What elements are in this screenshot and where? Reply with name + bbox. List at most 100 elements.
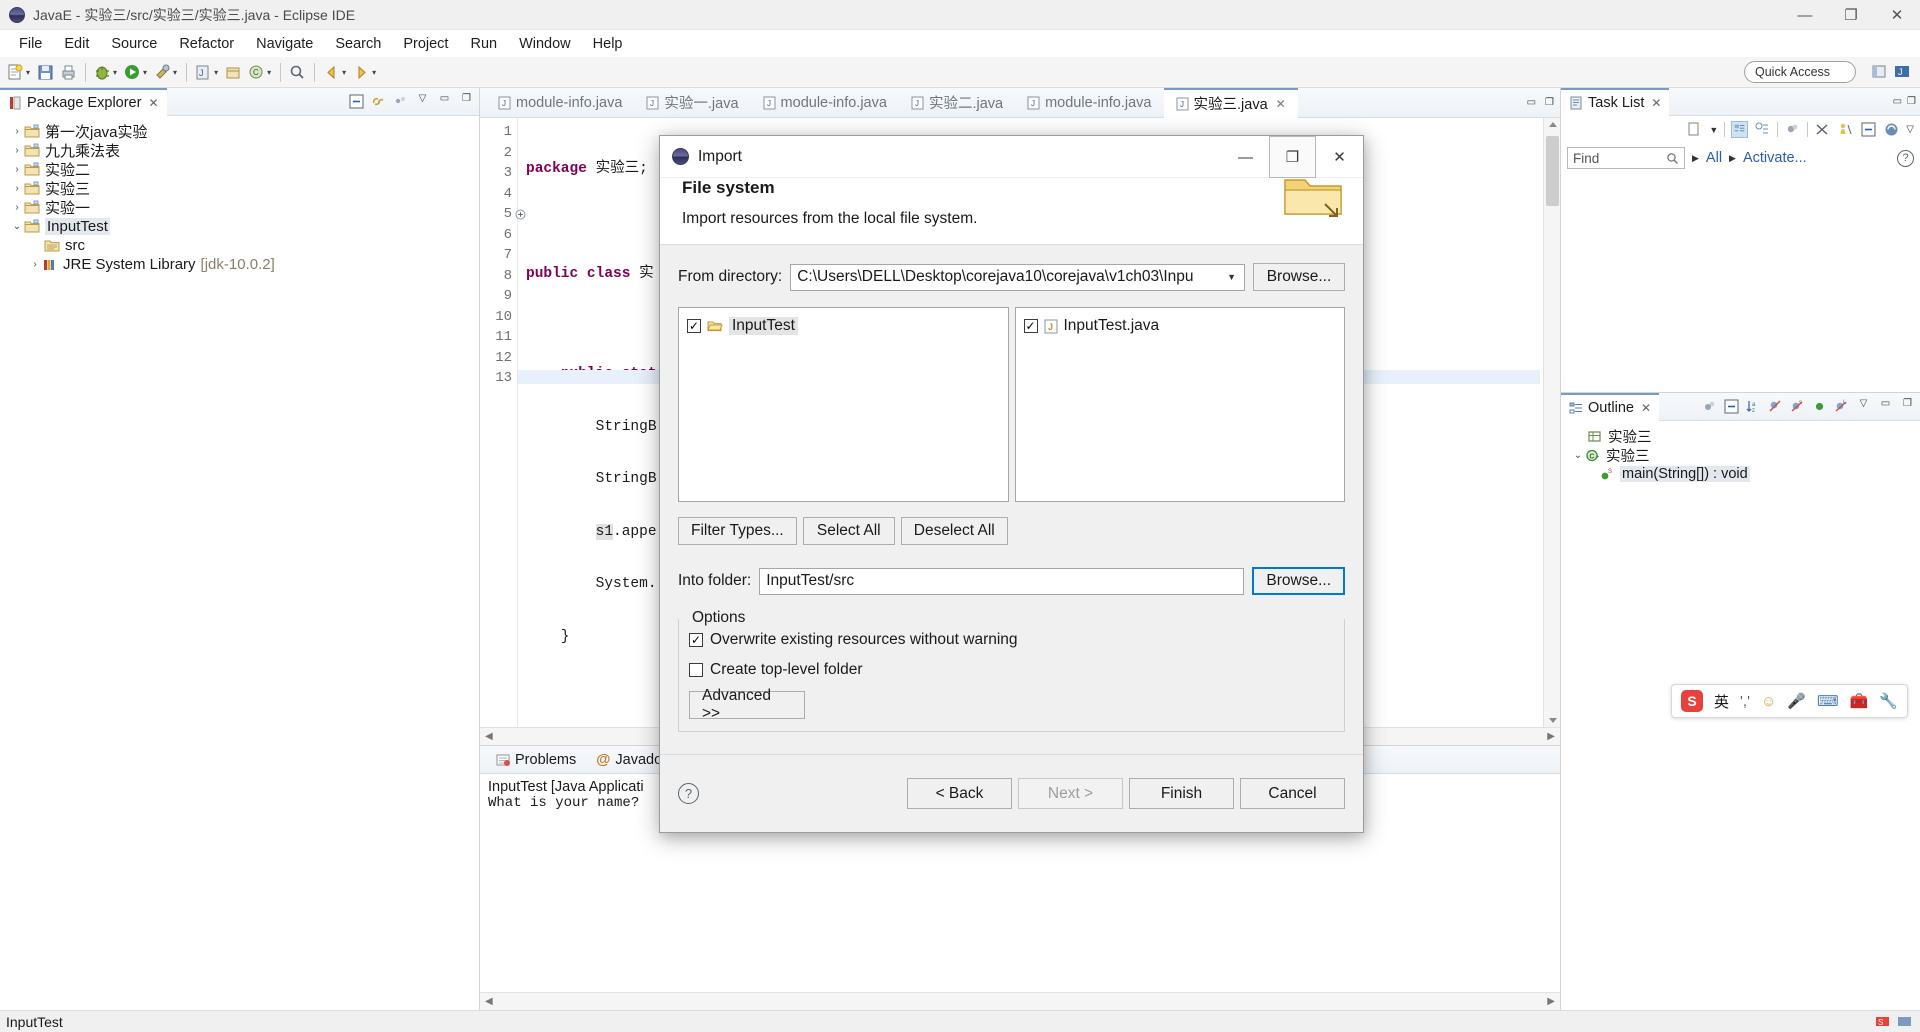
file-checkbox[interactable]: ✓ <box>1023 319 1038 333</box>
tree-item-4[interactable]: › 实验一 <box>0 198 479 217</box>
view-menu-icon[interactable]: ▽ <box>1855 398 1872 415</box>
expand-arrow-icon[interactable]: › <box>10 183 24 194</box>
scroll-left-arrow-icon[interactable]: ◀ <box>485 731 493 742</box>
synchronize-icon[interactable] <box>1883 121 1900 138</box>
new-package-button[interactable] <box>222 60 245 84</box>
run-button[interactable]: ▾ <box>121 60 151 84</box>
scroll-left-arrow-icon[interactable]: ◀ <box>485 996 493 1007</box>
tree-item-src[interactable]: src <box>0 236 479 255</box>
maximize-view-icon[interactable]: ❐ <box>1907 96 1916 107</box>
outline-item-class[interactable]: ⌄ C 实验三 <box>1561 446 1920 465</box>
close-icon[interactable]: ✕ <box>1276 97 1286 111</box>
console-horizontal-scrollbar[interactable]: ◀ ▶ <box>480 992 1560 1010</box>
collapse-all-icon[interactable] <box>1860 121 1877 138</box>
folder-tree-row[interactable]: ✓ InputTest <box>687 316 1008 336</box>
overwrite-checkbox[interactable]: ✓ <box>689 633 703 647</box>
view-menu-icon[interactable]: ▽ <box>1906 124 1914 135</box>
chevron-down-icon[interactable]: ▼ <box>1709 125 1718 135</box>
scroll-up-arrow-icon[interactable] <box>1549 122 1557 127</box>
new-java-project-button[interactable]: J ▾ <box>192 60 222 84</box>
clear-filters-icon[interactable] <box>1814 121 1831 138</box>
debug-button[interactable]: ▾ <box>91 60 121 84</box>
minimize-view-icon[interactable]: ▭ <box>1893 96 1902 107</box>
chevron-down-icon[interactable]: ▾ <box>113 68 117 77</box>
advanced-button[interactable]: Advanced >> <box>689 687 805 722</box>
finish-button[interactable]: Finish <box>1129 778 1234 809</box>
tree-item-jre-library[interactable]: › JRE System Library [jdk-10.0.2] <box>0 255 479 274</box>
expand-arrow-icon[interactable]: ▶ <box>1692 153 1699 164</box>
minimize-view-icon[interactable]: ▭ <box>1877 398 1894 415</box>
expand-arrow-icon[interactable]: › <box>10 164 24 175</box>
categorized-mode-icon[interactable] <box>1731 121 1749 138</box>
menu-project[interactable]: Project <box>392 33 459 55</box>
tab-package-explorer[interactable]: Package Explorer ✕ <box>0 87 167 116</box>
tab-problems[interactable]: Problems <box>486 746 586 774</box>
scroll-right-arrow-icon[interactable]: ▶ <box>1547 731 1555 742</box>
new-class-button[interactable]: C ▾ <box>245 60 275 84</box>
sort-icon[interactable]: az <box>1745 398 1762 415</box>
focus-icon[interactable] <box>1701 398 1718 415</box>
ime-toolbox-icon[interactable]: 🧰 <box>1850 692 1869 710</box>
search-icon[interactable] <box>1666 152 1679 165</box>
menu-navigate[interactable]: Navigate <box>245 33 324 55</box>
chevron-down-icon[interactable]: ▾ <box>372 68 376 77</box>
task-activate-link[interactable]: Activate... <box>1743 150 1807 166</box>
collapse-all-icon[interactable] <box>1723 398 1740 415</box>
cancel-button[interactable]: Cancel <box>1240 778 1345 809</box>
tree-item-inputtest[interactable]: ⌄ InputTest <box>0 217 479 236</box>
focus-on-workweek-icon[interactable] <box>1784 121 1801 138</box>
dialog-minimize-button[interactable]: — <box>1222 136 1269 178</box>
window-close-button[interactable]: ✕ <box>1874 0 1920 30</box>
task-find-input[interactable]: Find <box>1567 147 1685 169</box>
folder-tree-pane[interactable]: ✓ InputTest <box>678 307 1009 502</box>
topfolder-option-row[interactable]: Create top-level folder <box>689 661 1334 679</box>
quick-access-field[interactable]: Quick Access <box>1744 61 1856 83</box>
task-filter-all[interactable]: All <box>1706 150 1722 166</box>
chevron-down-icon[interactable]: ▾ <box>26 68 30 77</box>
overwrite-option-row[interactable]: ✓ Overwrite existing resources without w… <box>689 631 1334 649</box>
minimize-view-icon[interactable]: ▭ <box>436 93 453 110</box>
expand-arrow-icon[interactable]: ▶ <box>1729 153 1736 164</box>
collapse-arrow-icon[interactable]: ⌄ <box>1571 450 1585 461</box>
tab-task-list[interactable]: Task List ✕ <box>1561 87 1670 116</box>
menu-edit[interactable]: Edit <box>53 33 100 55</box>
maximize-editor-icon[interactable]: ❐ <box>1545 97 1554 108</box>
browse-directory-button[interactable]: Browse... <box>1253 263 1345 291</box>
editor-tab-4[interactable]: J module-info.java <box>1015 88 1163 118</box>
folder-checkbox[interactable]: ✓ <box>687 319 701 333</box>
expand-arrow-icon[interactable]: › <box>10 145 24 156</box>
expand-arrow-icon[interactable]: › <box>10 202 24 213</box>
menu-help[interactable]: Help <box>582 33 634 55</box>
menu-run[interactable]: Run <box>459 33 508 55</box>
help-icon[interactable]: ? <box>678 783 699 804</box>
open-perspective-icon[interactable] <box>1870 62 1889 81</box>
tree-item-1[interactable]: › 九九乘法表 <box>0 141 479 160</box>
menu-window[interactable]: Window <box>508 33 582 55</box>
outline-item-method[interactable]: S main(String[]) : void <box>1561 465 1920 484</box>
tree-item-0[interactable]: › 第一次java实验 <box>0 122 479 141</box>
run-external-tools-button[interactable]: ▾ <box>151 60 181 84</box>
scrollbar-thumb[interactable] <box>1546 136 1559 206</box>
tray-icon-1[interactable]: S <box>1875 1014 1890 1029</box>
public-members-icon[interactable] <box>1811 398 1828 415</box>
select-all-button[interactable]: Select All <box>802 517 895 545</box>
menu-search[interactable]: Search <box>324 33 392 55</box>
link-with-editor-icon[interactable] <box>370 93 387 110</box>
save-button[interactable] <box>34 60 57 84</box>
tree-item-2[interactable]: › 实验二 <box>0 160 479 179</box>
chevron-down-icon[interactable]: ▾ <box>173 68 177 77</box>
chevron-down-icon[interactable]: ▾ <box>214 68 218 77</box>
tab-outline[interactable]: Outline ✕ <box>1561 392 1660 421</box>
folding-marker-icon[interactable] <box>515 209 526 220</box>
chevron-down-icon[interactable]: ▼ <box>1227 272 1236 282</box>
search-button[interactable] <box>286 60 309 84</box>
java-perspective-icon[interactable]: J <box>1893 62 1912 81</box>
ime-settings-icon[interactable]: 🔧 <box>1879 692 1898 710</box>
view-menu-icon[interactable] <box>392 93 409 110</box>
collapse-all-icon[interactable] <box>348 93 365 110</box>
deselect-all-button[interactable]: Deselect All <box>900 517 1008 545</box>
minimize-editor-icon[interactable]: ▭ <box>1527 97 1536 108</box>
menu-source[interactable]: Source <box>100 33 168 55</box>
person-filter-icon[interactable] <box>1837 121 1854 138</box>
editor-tab-active[interactable]: J 实验三.java ✕ <box>1163 87 1298 118</box>
